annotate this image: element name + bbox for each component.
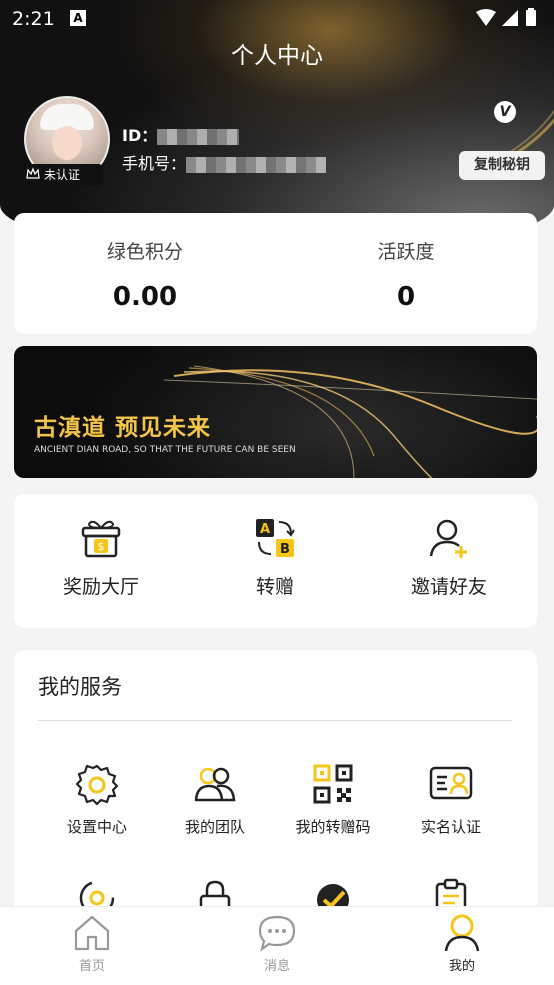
page-title: 个人中心 bbox=[231, 43, 323, 69]
reward-hall-button[interactable]: $ 奖励大厅 bbox=[14, 516, 188, 599]
user-phone: 手机号： bbox=[122, 150, 327, 174]
services-title: 我的服务 bbox=[38, 675, 122, 699]
redacted-id bbox=[157, 128, 240, 145]
my-team-button[interactable]: 我的团队 bbox=[156, 762, 274, 837]
gift-icon: $ bbox=[81, 520, 121, 558]
quick-action-label: 邀请好友 bbox=[410, 576, 487, 598]
svg-text:B: B bbox=[280, 542, 290, 557]
invite-friends-button[interactable]: 邀请好友 bbox=[362, 516, 536, 599]
stat-value: 0.00 bbox=[112, 282, 178, 312]
service-label: 我的团队 bbox=[184, 818, 245, 836]
tab-messages[interactable]: 消息 bbox=[185, 913, 369, 974]
quick-actions-card: $ 奖励大厅 A B 转赠 邀请好友 bbox=[14, 494, 537, 628]
tab-home[interactable]: 首页 bbox=[0, 913, 184, 974]
service-label: 我的转赠码 bbox=[295, 818, 371, 836]
tab-mine[interactable]: 我的 bbox=[370, 913, 554, 974]
signal-battery-icon bbox=[476, 8, 536, 26]
settings-center-button[interactable]: 设置中心 bbox=[38, 762, 156, 837]
qr-code-icon bbox=[313, 764, 353, 804]
service-label: 设置中心 bbox=[66, 818, 127, 836]
real-name-verification-button[interactable]: 实名认证 bbox=[392, 762, 510, 837]
user-id-label: ID： bbox=[122, 126, 158, 145]
promo-banner[interactable]: 古滇道 预见未来 ANCIENT DIAN ROAD, SO THAT THE … bbox=[14, 346, 537, 478]
copy-key-button[interactable]: 复制秘钥 bbox=[459, 151, 545, 180]
stat-value: 0 bbox=[396, 282, 416, 312]
banner-subline: ANCIENT DIAN ROAD, SO THAT THE FUTURE CA… bbox=[34, 445, 296, 455]
chat-icon bbox=[258, 915, 296, 952]
crown-icon bbox=[26, 167, 40, 179]
stat-label: 绿色积分 bbox=[106, 241, 183, 263]
vip-badge-icon[interactable]: V bbox=[494, 101, 516, 123]
add-user-icon bbox=[429, 519, 467, 558]
verification-status-badge: 未认证 bbox=[22, 164, 102, 186]
user-id: ID： bbox=[122, 122, 240, 146]
svg-text:$: $ bbox=[98, 540, 105, 553]
divider bbox=[38, 720, 512, 721]
my-services-card: 我的服务 设置中心 我的团队 我的转赠码 实名认证 bbox=[14, 650, 537, 920]
transfer-ab-icon: A B bbox=[256, 519, 295, 557]
tab-label: 我的 bbox=[448, 959, 475, 974]
tab-label: 首页 bbox=[78, 959, 105, 974]
quick-action-label: 转赠 bbox=[255, 576, 294, 598]
team-icon bbox=[194, 767, 236, 802]
stat-label: 活跃度 bbox=[377, 241, 435, 263]
gear-icon bbox=[75, 764, 119, 806]
stats-card: 绿色积分 0.00 活跃度 0 bbox=[14, 213, 537, 334]
tab-label: 消息 bbox=[263, 959, 290, 974]
banner-headline: 古滇道 预见未来 bbox=[34, 415, 212, 441]
id-card-icon bbox=[429, 766, 473, 800]
quick-action-label: 奖励大厅 bbox=[62, 576, 139, 598]
phone-label: 手机号： bbox=[122, 154, 187, 173]
bottom-tab-bar: 首页 消息 我的 bbox=[0, 906, 554, 985]
status-time: 2:21 bbox=[12, 8, 55, 30]
green-points-stat[interactable]: 绿色积分 0.00 bbox=[14, 213, 276, 312]
status-bar: 2:21 A bbox=[0, 0, 554, 38]
activity-stat[interactable]: 活跃度 0 bbox=[275, 213, 537, 312]
home-icon bbox=[74, 915, 110, 951]
service-label: 实名认证 bbox=[420, 818, 481, 836]
user-icon bbox=[444, 914, 480, 952]
my-transfer-code-button[interactable]: 我的转赠码 bbox=[274, 762, 392, 837]
verification-status-text: 未认证 bbox=[44, 168, 81, 182]
transfer-button[interactable]: A B 转赠 bbox=[188, 516, 362, 599]
svg-text:A: A bbox=[260, 522, 270, 537]
notification-icon: A bbox=[70, 10, 86, 26]
redacted-phone bbox=[186, 156, 327, 173]
